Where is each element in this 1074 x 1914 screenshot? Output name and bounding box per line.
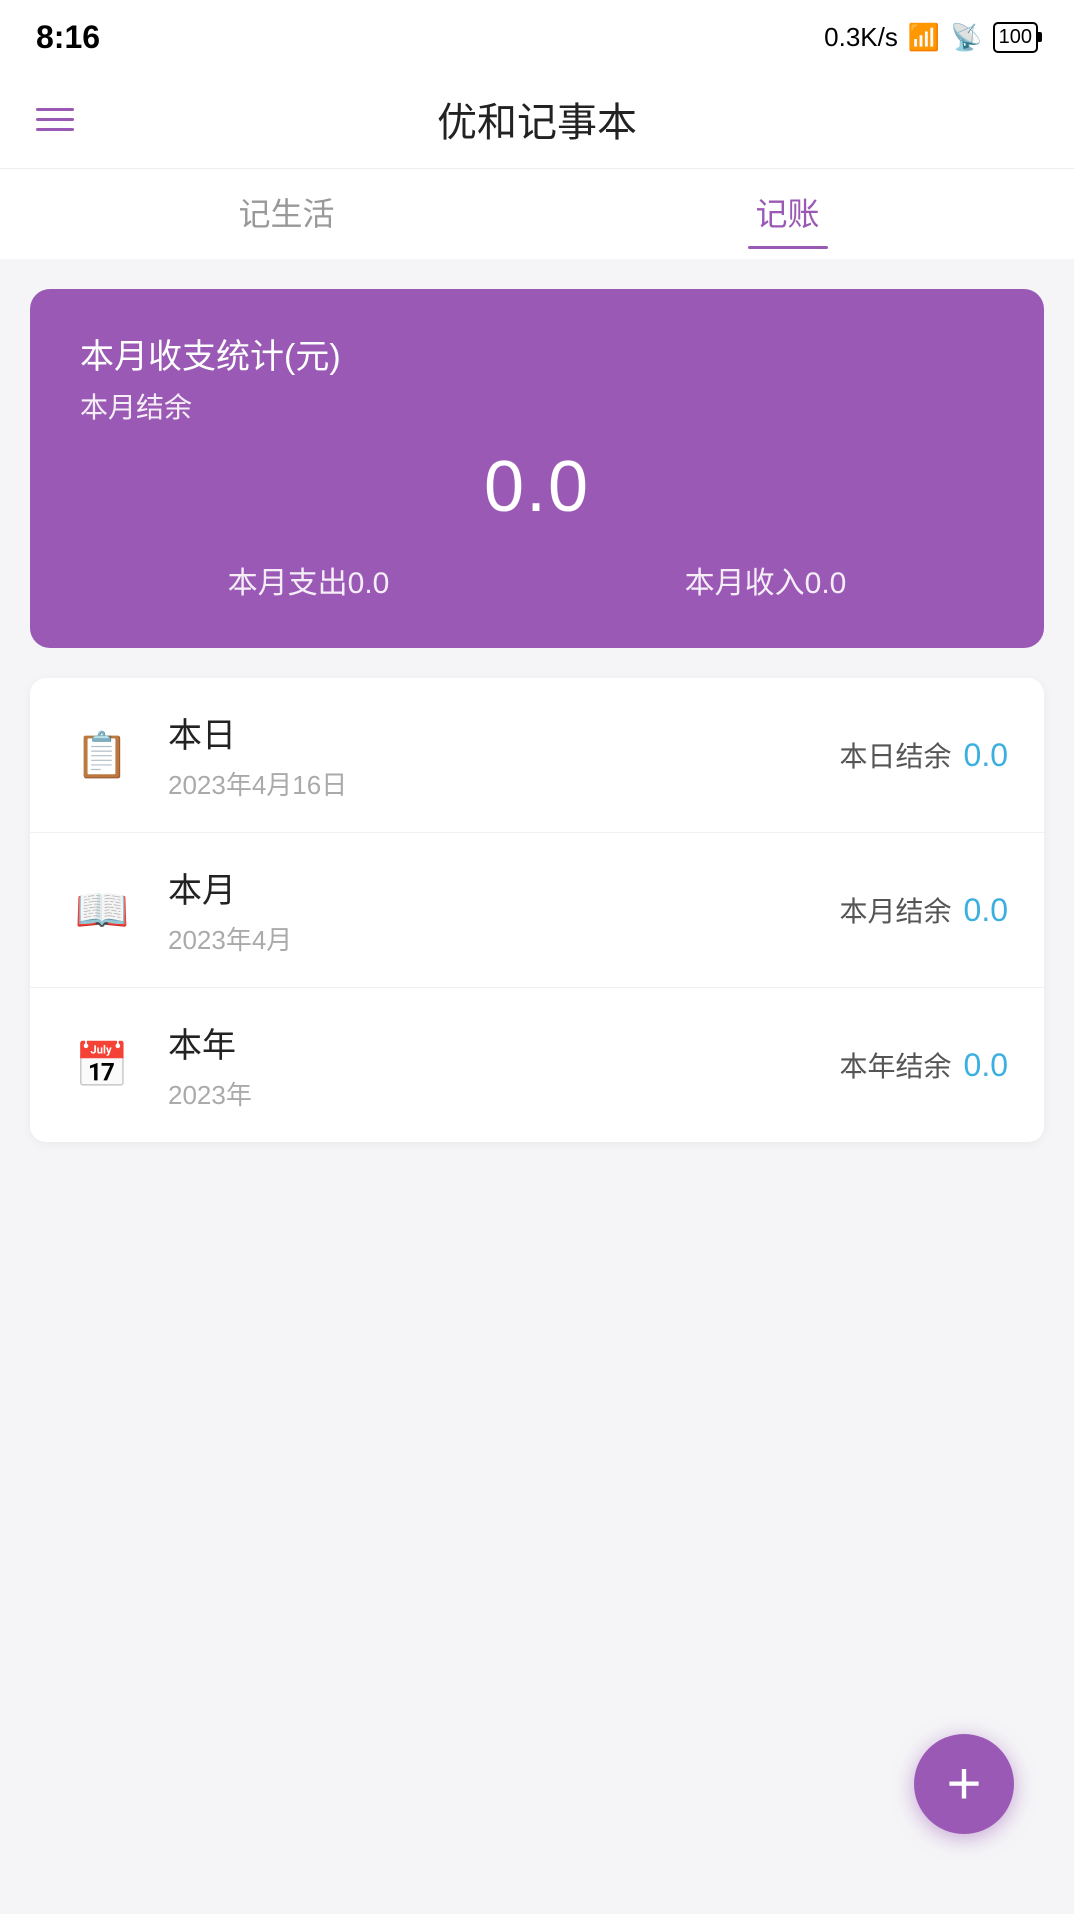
summary-expense: 本月支出0.0 bbox=[228, 558, 390, 602]
status-icons: 0.3K/s 📶 📡 100 bbox=[824, 22, 1038, 53]
menu-line-2 bbox=[36, 118, 74, 121]
year-balance: 本年结余 0.0 bbox=[840, 1045, 1009, 1085]
summary-subtitle: 本月结余 bbox=[80, 386, 994, 426]
list-item-year[interactable]: 📅 本年 2023年 本年结余 0.0 bbox=[30, 988, 1044, 1142]
month-balance: 本月结余 0.0 bbox=[840, 890, 1009, 930]
year-subtitle: 2023年 bbox=[168, 1075, 840, 1112]
menu-button[interactable] bbox=[36, 108, 74, 131]
year-balance-value: 0.0 bbox=[964, 1047, 1008, 1084]
add-icon: + bbox=[946, 1754, 981, 1814]
year-title: 本年 bbox=[168, 1018, 840, 1067]
day-icon: 📋 bbox=[66, 719, 138, 791]
wifi-icon: 📡 bbox=[950, 22, 982, 53]
month-info: 本月 2023年4月 bbox=[168, 863, 840, 957]
app-title: 优和记事本 bbox=[437, 90, 637, 148]
day-balance-value: 0.0 bbox=[964, 737, 1008, 774]
year-info: 本年 2023年 bbox=[168, 1018, 840, 1112]
summary-card: 本月收支统计(元) 本月结余 0.0 本月支出0.0 本月收入0.0 bbox=[30, 289, 1044, 648]
battery-icon: 100 bbox=[993, 22, 1038, 53]
month-balance-label: 本月结余 bbox=[840, 890, 952, 930]
list-item-month[interactable]: 📖 本月 2023年4月 本月结余 0.0 bbox=[30, 833, 1044, 988]
tab-accounting[interactable]: 记账 bbox=[537, 169, 1038, 249]
list-item-day[interactable]: 📋 本日 2023年4月16日 本日结余 0.0 bbox=[30, 678, 1044, 833]
status-bar: 8:16 0.3K/s 📶 📡 100 bbox=[0, 0, 1074, 70]
summary-amount: 0.0 bbox=[80, 446, 994, 528]
network-speed: 0.3K/s bbox=[824, 22, 898, 53]
day-subtitle: 2023年4月16日 bbox=[168, 765, 840, 802]
month-title: 本月 bbox=[168, 863, 840, 912]
tab-bar: 记生活 记账 bbox=[0, 169, 1074, 259]
day-title: 本日 bbox=[168, 708, 840, 757]
list-card: 📋 本日 2023年4月16日 本日结余 0.0 📖 本月 2023年4月 本月… bbox=[30, 678, 1044, 1142]
month-icon: 📖 bbox=[66, 874, 138, 946]
summary-title: 本月收支统计(元) bbox=[80, 329, 994, 378]
add-button[interactable]: + bbox=[914, 1734, 1014, 1834]
month-subtitle: 2023年4月 bbox=[168, 920, 840, 957]
summary-income: 本月收入0.0 bbox=[685, 558, 847, 602]
summary-row: 本月支出0.0 本月收入0.0 bbox=[80, 558, 994, 602]
year-icon: 📅 bbox=[66, 1029, 138, 1101]
main-content: 本月收支统计(元) 本月结余 0.0 本月支出0.0 本月收入0.0 📋 本日 … bbox=[0, 259, 1074, 1262]
signal-icon: 📶 bbox=[908, 22, 940, 53]
day-balance: 本日结余 0.0 bbox=[840, 735, 1009, 775]
year-balance-label: 本年结余 bbox=[840, 1045, 952, 1085]
day-balance-label: 本日结余 bbox=[840, 735, 952, 775]
tab-life[interactable]: 记生活 bbox=[36, 169, 537, 249]
status-time: 8:16 bbox=[36, 19, 100, 56]
menu-line-3 bbox=[36, 128, 74, 131]
day-info: 本日 2023年4月16日 bbox=[168, 708, 840, 802]
month-balance-value: 0.0 bbox=[964, 892, 1008, 929]
navbar: 优和记事本 bbox=[0, 70, 1074, 169]
menu-line-1 bbox=[36, 108, 74, 111]
